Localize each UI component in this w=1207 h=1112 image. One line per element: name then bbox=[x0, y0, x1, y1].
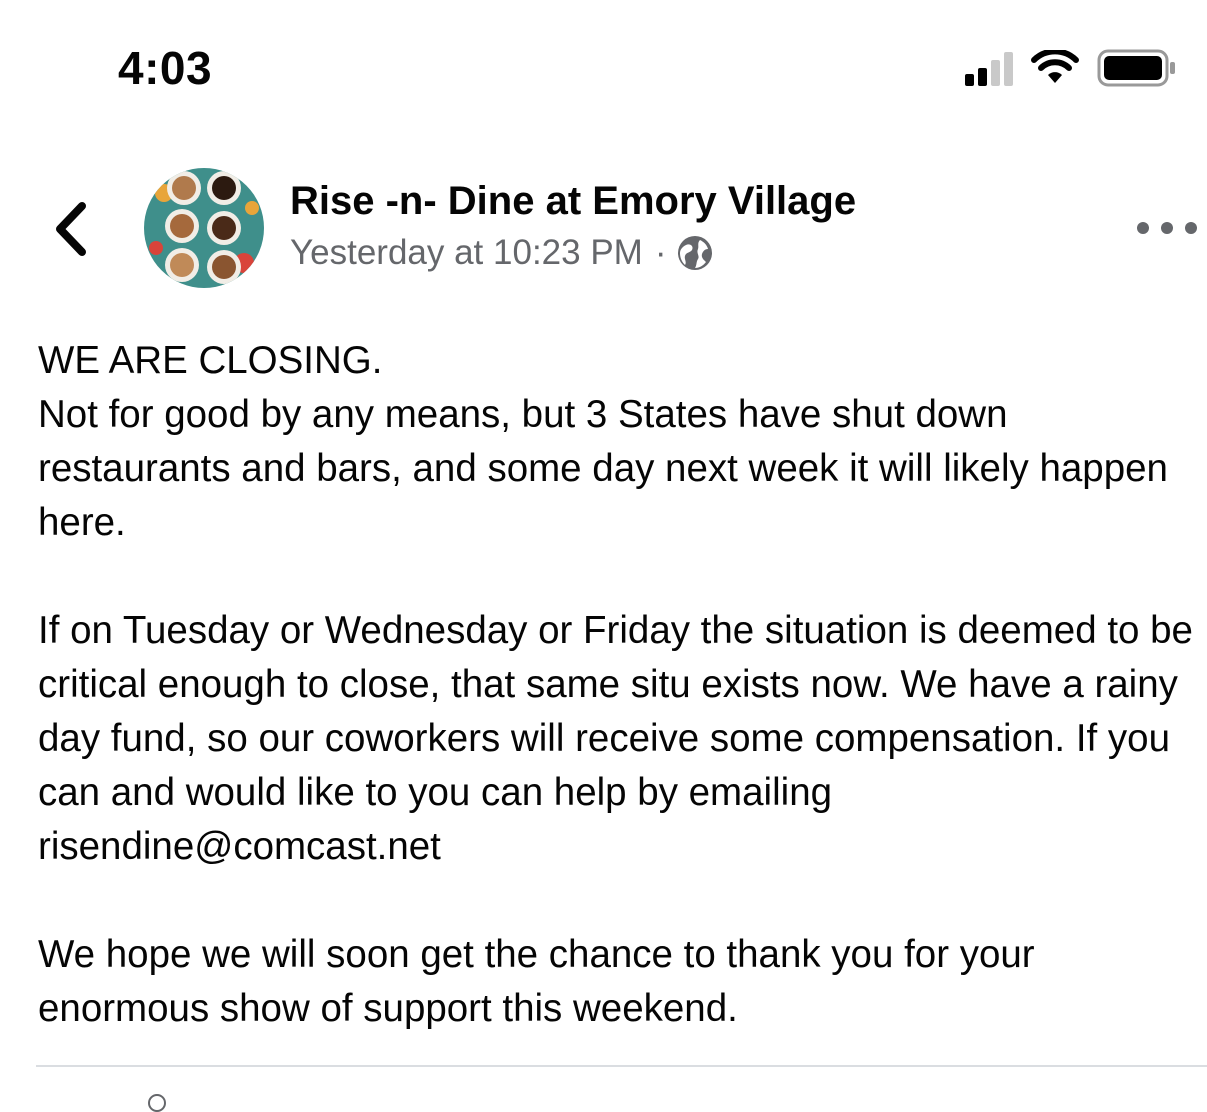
post-paragraph: If on Tuesday or Wednesday or Friday the… bbox=[38, 609, 1193, 868]
chevron-left-icon bbox=[56, 202, 86, 256]
back-button[interactable] bbox=[48, 198, 98, 260]
globe-icon bbox=[678, 236, 713, 270]
page-avatar[interactable] bbox=[144, 168, 264, 288]
cellular-signal-icon bbox=[965, 50, 1013, 86]
post-paragraph: WE ARE CLOSING. Not for good by any mean… bbox=[38, 339, 1168, 544]
reaction-icon-partial bbox=[148, 1094, 166, 1112]
post-text: WE ARE CLOSING. Not for good by any mean… bbox=[38, 334, 1207, 1090]
battery-icon bbox=[1097, 49, 1175, 87]
post-divider bbox=[36, 1065, 1207, 1067]
coffee-cups-avatar-image bbox=[144, 168, 264, 288]
status-icons bbox=[965, 48, 1177, 88]
meta-separator: · bbox=[654, 233, 667, 272]
more-horizontal-icon bbox=[1137, 222, 1197, 234]
more-options-button[interactable] bbox=[1137, 214, 1197, 242]
wifi-icon bbox=[1031, 50, 1079, 83]
status-time: 4:03 bbox=[118, 42, 213, 94]
post-paragraph: We hope we will soon get the chance to t… bbox=[38, 933, 1035, 1030]
post-meta: Yesterday at 10:23 PM · bbox=[290, 230, 714, 276]
post-timestamp[interactable]: Yesterday at 10:23 PM bbox=[290, 230, 643, 276]
page-name-link[interactable]: Rise -n- Dine at Emory Village bbox=[290, 176, 856, 226]
